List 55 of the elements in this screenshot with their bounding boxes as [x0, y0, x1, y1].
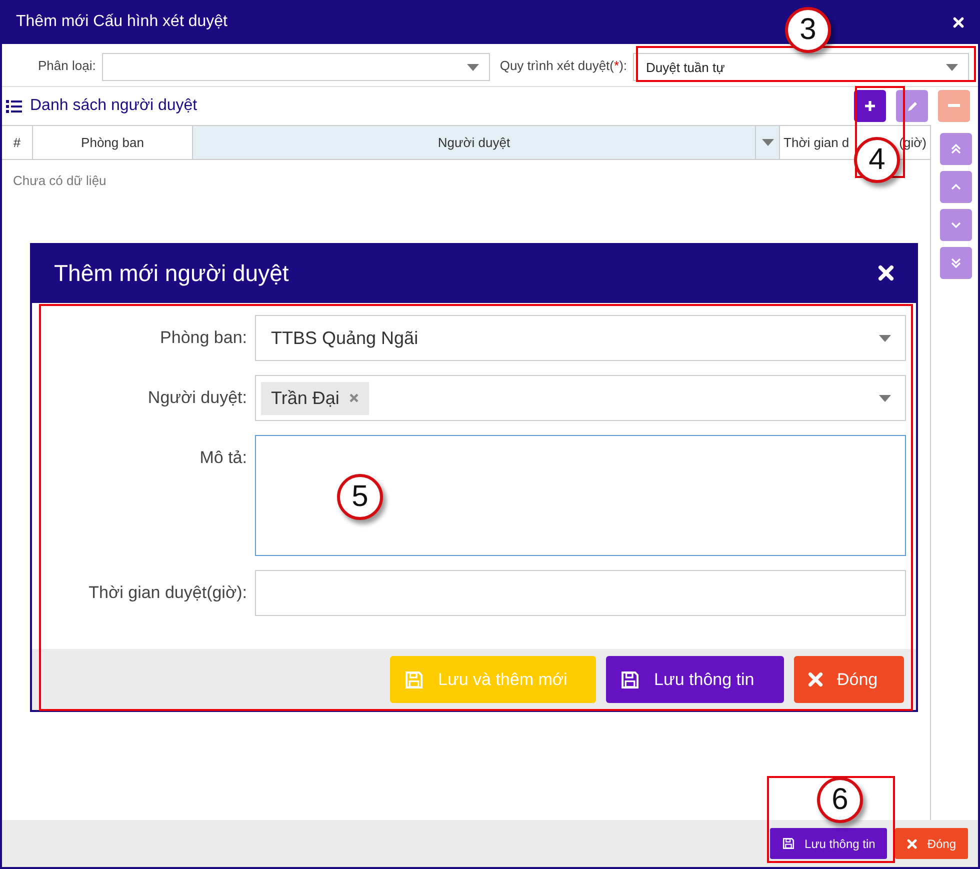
input-field[interactable]: [255, 570, 906, 616]
close-icon: [878, 265, 894, 281]
field-label: Mô tả:: [198, 447, 248, 469]
column-header[interactable]: Người duyệt: [193, 126, 756, 159]
minus-icon: [948, 104, 960, 108]
move-up-button[interactable]: [940, 171, 972, 203]
field-label: Phòng ban:: [159, 327, 248, 349]
select-field[interactable]: TTBS Quảng Ngãi: [255, 315, 906, 361]
dropdown-caret-icon: [466, 64, 479, 70]
text-area[interactable]: [255, 435, 906, 556]
empty-message: Chưa có dữ liệu: [12, 172, 108, 190]
close-icon: [907, 838, 918, 848]
save-button[interactable]: Lưu thông tin: [770, 828, 888, 859]
field-label: Quy trình xét duyệt(*):: [500, 58, 628, 72]
dropdown-caret-icon: [946, 64, 958, 70]
save-button[interactable]: Lưu thông tin: [606, 656, 784, 703]
close-icon: [808, 672, 823, 687]
close-button[interactable]: Đóng: [895, 828, 968, 859]
remove-icon: [349, 393, 360, 403]
step-number-badge: 6: [817, 777, 863, 823]
field-label: Phân loại:: [38, 58, 96, 72]
chevron-icon: [951, 182, 961, 192]
field-label: Người duyệt:: [146, 387, 248, 409]
double-chevron-icon: [951, 258, 961, 268]
select-field[interactable]: [102, 53, 490, 81]
column-title: Phòng ban: [81, 135, 144, 150]
tag-chip[interactable]: Trần Đại: [261, 382, 370, 414]
close-button[interactable]: [878, 265, 894, 281]
list-icon: [6, 100, 22, 112]
double-chevron-icon: [951, 144, 961, 154]
pencil-icon: [906, 100, 918, 112]
plus-icon: [864, 100, 876, 112]
chevron-icon: [951, 220, 961, 230]
field-label: Thời gian duyệt(giờ):: [88, 582, 248, 604]
step-number-badge: 4: [854, 137, 900, 183]
dropdown-caret-icon: [879, 334, 891, 342]
column-title: Thời gian d: [784, 135, 850, 150]
move-bottom-button[interactable]: [940, 247, 972, 279]
window-title: Thêm mới Cấu hình xét duyệt: [16, 13, 228, 31]
column-title: Người duyệt: [438, 135, 510, 150]
select-field[interactable]: Duyệt tuần tự: [633, 53, 970, 81]
close-icon: [953, 16, 964, 28]
column-header[interactable]: #: [2, 126, 33, 159]
column-menu-button[interactable]: [756, 126, 780, 159]
dropdown-caret-icon: [879, 394, 891, 402]
move-down-button[interactable]: [940, 209, 972, 241]
section-title: Danh sách người duyệt: [30, 97, 198, 115]
add-button[interactable]: [854, 90, 886, 122]
column-title: #: [13, 135, 21, 150]
multi-select-field[interactable]: Trần Đại: [255, 375, 906, 421]
move-top-button[interactable]: [940, 133, 972, 165]
dropdown-caret-icon: [762, 139, 774, 146]
close-button[interactable]: [953, 16, 964, 28]
close-button[interactable]: Đóng: [794, 656, 904, 703]
dialog-title: Thêm mới người duyệt: [54, 260, 289, 286]
